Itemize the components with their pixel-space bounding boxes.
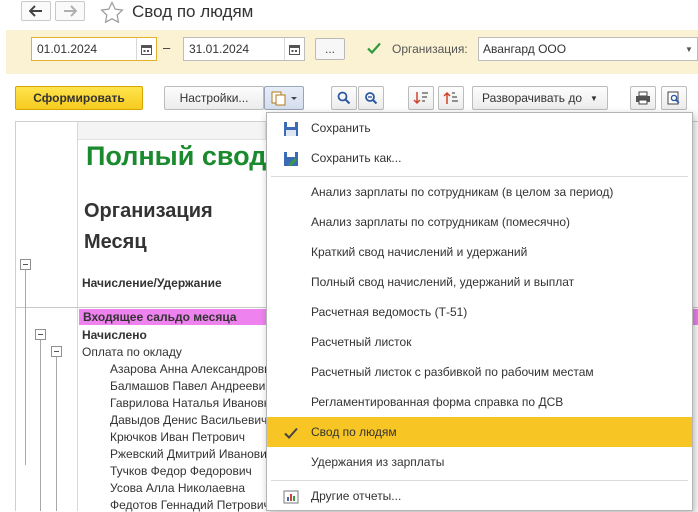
menu-item-report-variant[interactable]: Расчетная ведомость (Т-51) [267,297,692,327]
employee-row[interactable]: Балмашов Павел Андреевич [110,379,272,393]
other-reports-icon [283,490,299,504]
salary-group-row[interactable]: Оплата по окладу [82,345,182,359]
expand-to-dropdown[interactable]: Разворачивать до ▼ [472,86,608,110]
menu-item-label: Анализ зарплаты по сотрудникам (помесячн… [311,215,570,229]
chevron-down-icon[interactable]: ▼ [681,45,697,54]
menu-item-report-variant[interactable]: Удержания из зарплаты [267,447,692,477]
org-label: Организация: [392,42,468,56]
printer-icon [636,91,650,105]
star-favorite-icon[interactable] [99,1,125,23]
calendar-icon[interactable] [136,38,156,60]
menu-item-save-as[interactable]: Сохранить как... [267,143,692,173]
checkmark-icon[interactable] [366,40,382,56]
accrued-row[interactable]: Начислено [82,328,147,342]
report-variants-menu: Сохранить Сохранить как... Анализ зарпла… [266,112,693,511]
employee-row[interactable]: Ржевский Дмитрий Иванович [110,447,273,461]
tree-line [56,352,57,511]
menu-item-report-variant[interactable]: Анализ зарплаты по сотрудникам (в целом … [267,177,692,207]
menu-item-report-variant[interactable]: Краткий свод начислений и удержаний [267,237,692,267]
arrow-left-icon [29,5,42,17]
menu-item-label: Расчетный листок с разбивкой по рабочим … [311,365,594,379]
employee-row[interactable]: Давыдов Денис Васильевич [110,413,267,427]
period-select-button[interactable]: ... [315,38,345,60]
menu-item-label: Анализ зарплаты по сотрудникам (в целом … [311,185,614,199]
report-title: Полный свод [86,141,267,171]
sort-ascending-icon [443,91,458,104]
expand-to-label: Разворачивать до [482,91,583,105]
month-header: Месяц [84,231,147,253]
checkmark-icon [284,427,298,439]
menu-item-label: Другие отчеты... [311,489,402,503]
page-title: Свод по людям [132,2,254,21]
employee-row[interactable]: Федотов Геннадий Петрович [110,498,270,512]
menu-item-save[interactable]: Сохранить [267,113,692,143]
menu-item-report-variant[interactable]: Регламентированная форма справка по ДСВ [267,387,692,417]
print-preview-icon [667,91,680,105]
menu-item-label: Свод по людям [311,425,397,439]
menu-item-label: Полный свод начислений, удержаний и выпл… [311,275,575,289]
menu-item-label: Регламентированная форма справка по ДСВ [311,395,564,409]
report-variant-button[interactable] [264,86,304,110]
tree-line [25,265,26,465]
collapse-header-toggle[interactable] [20,259,31,270]
org-value: Авангард ООО [483,42,567,56]
menu-item-label: Краткий свод начислений и удержаний [311,245,528,259]
menu-item-label: Расчетная ведомость (Т-51) [311,305,468,319]
sort-descending-icon [413,92,428,105]
sort-asc-button[interactable] [438,86,464,110]
generate-button[interactable]: Сформировать [15,86,143,110]
employee-row[interactable]: Азарова Анна Александровна [110,362,277,376]
menu-item-label: Расчетный листок [311,335,412,349]
search-next-icon [365,92,378,105]
report-variants-icon [271,91,297,106]
menu-item-report-variant[interactable]: Расчетный листок с разбивкой по рабочим … [267,357,692,387]
print-preview-button[interactable] [661,86,687,110]
menu-item-selected-variant[interactable]: Свод по людям [267,417,692,447]
calendar-icon[interactable] [284,38,304,60]
save-as-icon [284,152,298,166]
find-button[interactable] [331,86,357,110]
back-button[interactable] [21,1,51,21]
range-dash: – [163,40,171,55]
arrow-right-icon [64,5,77,17]
menu-item-label: Сохранить как... [311,151,402,165]
search-icon [337,91,351,105]
date-to-value: 31.01.2024 [189,42,250,56]
settings-button[interactable]: Настройки... [164,86,264,110]
org-header: Организация [84,200,213,222]
print-button[interactable] [630,86,656,110]
employee-row[interactable]: Гаврилова Наталья Ивановна [110,396,277,410]
date-to-field[interactable]: 31.01.2024 [183,37,305,61]
opening-balance-label: Входящее сальдо месяца [83,310,237,324]
employee-row[interactable]: Крючков Иван Петрович [110,430,245,444]
chevron-down-icon: ▼ [590,93,598,103]
org-select[interactable]: Авангард ООО ▼ [478,37,698,61]
column-header: Начисление/Удержание [82,276,222,290]
menu-item-other-reports[interactable]: Другие отчеты... [267,481,692,511]
menu-item-label: Сохранить [311,121,371,135]
menu-item-report-variant[interactable]: Анализ зарплаты по сотрудникам (помесячн… [267,207,692,237]
sort-desc-button[interactable] [408,86,434,110]
employee-row[interactable]: Тучков Федор Федорович [110,464,252,478]
menu-item-report-variant[interactable]: Расчетный листок [267,327,692,357]
employee-row[interactable]: Усова Алла Николаевна [110,481,245,495]
report-corner-cell [78,122,266,140]
date-from-value: 01.01.2024 [37,42,98,56]
date-from-field[interactable]: 01.01.2024 [31,37,157,61]
collapse-salary-toggle[interactable] [51,346,62,357]
menu-item-report-variant[interactable]: Полный свод начислений, удержаний и выпл… [267,267,692,297]
forward-button[interactable] [55,1,85,21]
find-next-button[interactable] [358,86,384,110]
collapse-accrued-toggle[interactable] [35,329,46,340]
save-icon [284,122,298,136]
tree-line [40,335,41,511]
menu-item-label: Удержания из зарплаты [311,455,445,469]
